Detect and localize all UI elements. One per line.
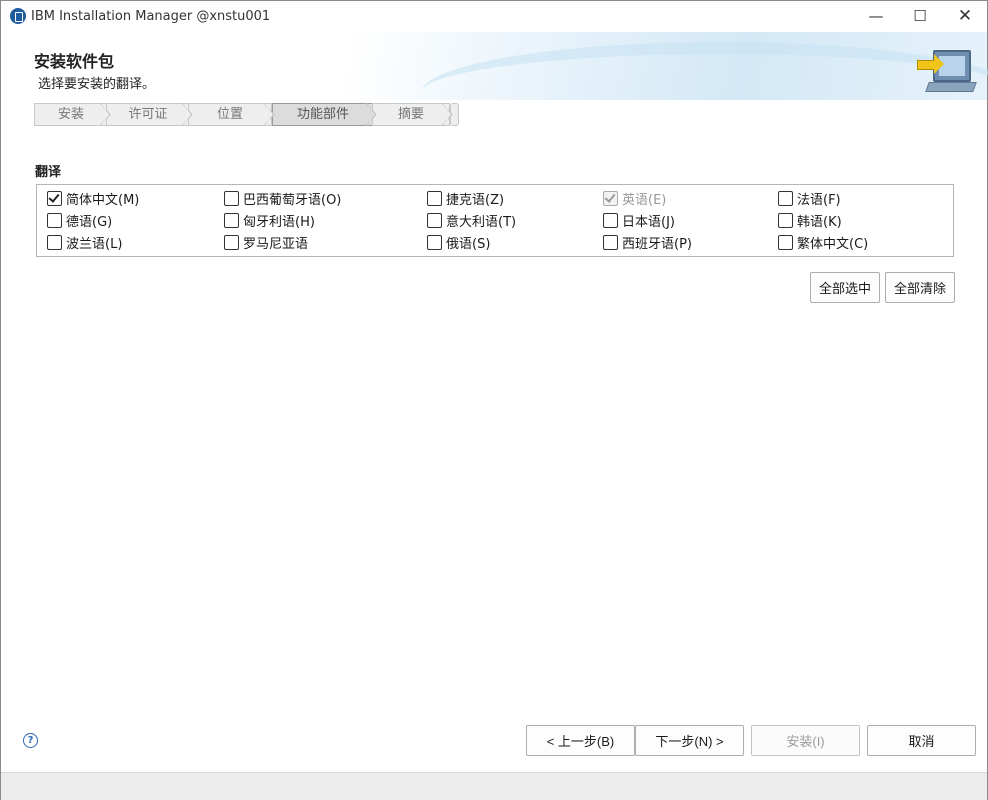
- checkbox-unchecked-icon[interactable]: [427, 190, 442, 206]
- checkbox-russian[interactable]: 俄语(S): [427, 232, 490, 252]
- checkbox-czech[interactable]: 捷克语(Z): [427, 188, 504, 208]
- checkbox-unchecked-icon[interactable]: [224, 234, 239, 250]
- checkbox-label: 繁体中文(C): [797, 236, 869, 252]
- checkbox-german[interactable]: 德语(G): [47, 210, 112, 230]
- checkbox-label: 西班牙语(P): [622, 236, 692, 252]
- checkbox-polish[interactable]: 波兰语(L): [47, 232, 122, 252]
- translations-group: 简体中文(M) 巴西葡萄牙语(O) 捷克语(Z) 英语(E) 法语(F) 德语(…: [36, 184, 954, 257]
- checkbox-label: 波兰语(L): [66, 236, 123, 252]
- checkbox-unchecked-icon[interactable]: [603, 234, 618, 250]
- checkbox-simplified-chinese[interactable]: 简体中文(M): [47, 188, 139, 208]
- clear-all-button[interactable]: 全部清除: [885, 272, 955, 303]
- checkbox-label: 巴西葡萄牙语(O): [243, 192, 342, 208]
- checkbox-unchecked-icon[interactable]: [427, 212, 442, 228]
- checkbox-unchecked-icon[interactable]: [224, 212, 239, 228]
- ibm-installation-manager-icon: [10, 8, 26, 24]
- checkbox-label: 俄语(S): [446, 236, 491, 252]
- checkbox-french[interactable]: 法语(F): [778, 188, 841, 208]
- checkbox-spanish[interactable]: 西班牙语(P): [603, 232, 692, 252]
- checkbox-label: 罗马尼亚语: [243, 236, 309, 252]
- minimize-button[interactable]: —: [853, 1, 899, 32]
- next-button[interactable]: 下一步(N) >: [635, 725, 744, 756]
- checkbox-korean[interactable]: 韩语(K): [778, 210, 842, 230]
- checkbox-unchecked-icon[interactable]: [778, 234, 793, 250]
- checkbox-traditional-chinese[interactable]: 繁体中文(C): [778, 232, 868, 252]
- page-title: 安装软件包: [34, 52, 115, 71]
- step-chevrons: [99, 103, 453, 126]
- checkbox-unchecked-icon[interactable]: [224, 190, 239, 206]
- checkbox-label: 德语(G): [66, 214, 113, 230]
- checkbox-label: 日本语(J): [622, 214, 675, 230]
- checkbox-unchecked-icon[interactable]: [47, 234, 62, 250]
- checkbox-label: 意大利语(T): [446, 214, 517, 230]
- install-computer-icon: [915, 46, 977, 94]
- close-button[interactable]: ✕: [942, 1, 988, 32]
- checkbox-label: 韩语(K): [797, 214, 842, 230]
- status-bar: [1, 772, 987, 800]
- checkbox-checked-disabled-icon: [603, 190, 618, 206]
- checkbox-label: 匈牙利语(H): [243, 214, 315, 230]
- checkbox-unchecked-icon[interactable]: [778, 190, 793, 206]
- checkbox-label: 法语(F): [797, 192, 841, 208]
- checkbox-checked-icon[interactable]: [47, 190, 62, 206]
- checkbox-unchecked-icon[interactable]: [603, 212, 618, 228]
- maximize-button[interactable]: ☐: [897, 1, 943, 32]
- checkbox-english: 英语(E): [603, 188, 666, 208]
- back-button[interactable]: < 上一步(B): [526, 725, 635, 756]
- checkbox-unchecked-icon[interactable]: [427, 234, 442, 250]
- page-subtitle: 选择要安装的翻译。: [38, 77, 156, 92]
- installation-manager-window: IBM Installation Manager @xnstu001 — ☐ ✕…: [0, 0, 988, 800]
- help-icon[interactable]: ?: [23, 733, 38, 748]
- checkbox-italian[interactable]: 意大利语(T): [427, 210, 516, 230]
- checkbox-romanian[interactable]: 罗马尼亚语: [224, 232, 308, 252]
- banner-decoration: [421, 42, 988, 144]
- install-button: 安装(I): [751, 725, 860, 756]
- checkbox-label: 英语(E): [622, 192, 667, 208]
- title-bar[interactable]: IBM Installation Manager @xnstu001 — ☐ ✕: [1, 1, 987, 32]
- cancel-button[interactable]: 取消: [867, 725, 976, 756]
- window-title: IBM Installation Manager @xnstu001: [31, 9, 271, 24]
- checkbox-unchecked-icon[interactable]: [778, 212, 793, 228]
- checkbox-unchecked-icon[interactable]: [47, 212, 62, 228]
- checkbox-japanese[interactable]: 日本语(J): [603, 210, 675, 230]
- checkbox-label: 捷克语(Z): [446, 192, 505, 208]
- checkbox-hungarian[interactable]: 匈牙利语(H): [224, 210, 315, 230]
- checkbox-label: 简体中文(M): [66, 192, 140, 208]
- select-all-button[interactable]: 全部选中: [810, 272, 880, 303]
- translations-section-title: 翻译: [35, 165, 62, 180]
- checkbox-brazilian-portuguese[interactable]: 巴西葡萄牙语(O): [224, 188, 341, 208]
